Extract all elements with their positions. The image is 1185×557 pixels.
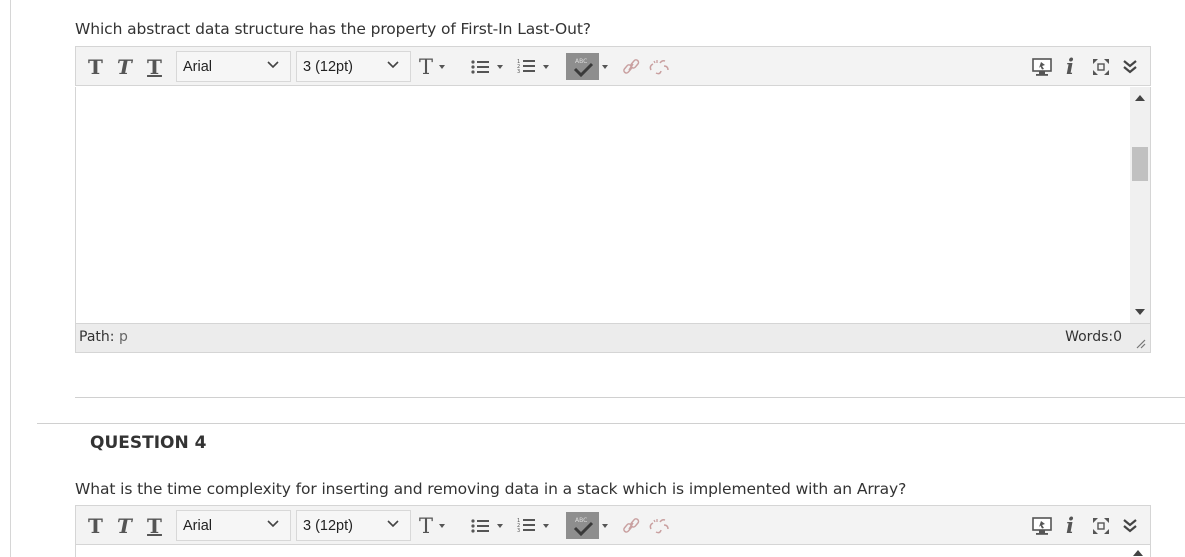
spellcheck-icon: ABC [573, 58, 593, 77]
unlink-button[interactable] [648, 511, 670, 540]
dropdown-arrow-icon[interactable] [602, 524, 608, 528]
font-size-value: 3 (12pt) [303, 517, 353, 534]
bullet-list-icon [471, 518, 489, 533]
double-chevron-down-icon [1123, 59, 1137, 73]
unlink-icon [649, 59, 669, 74]
page-left-border [10, 0, 11, 557]
font-family-value: Arial [183, 58, 213, 75]
font-size-select[interactable]: 3 (12pt) [296, 510, 411, 541]
unlink-button[interactable] [648, 52, 670, 81]
word-count: Words:0 [1065, 329, 1122, 345]
divider [75, 397, 1185, 398]
path-label: Path: [79, 329, 115, 345]
text-color-icon: T [419, 513, 434, 538]
bold-button[interactable]: T [82, 52, 109, 81]
question-4-heading: QUESTION 4 [90, 433, 207, 453]
dropdown-arrow-icon [497, 523, 503, 528]
spellcheck-badge: ABC [575, 517, 587, 524]
numbered-list-icon: 123 [517, 518, 535, 534]
spellcheck-icon: ABC [573, 517, 593, 536]
spellcheck-button[interactable]: ABC [566, 53, 599, 80]
info-button[interactable]: i [1066, 511, 1074, 540]
numbered-list-button[interactable]: 123 [517, 511, 549, 540]
bullet-list-button[interactable] [471, 52, 503, 81]
info-button[interactable]: i [1066, 52, 1074, 81]
italic-button[interactable]: T [111, 52, 138, 81]
preview-button[interactable] [1032, 511, 1052, 540]
bullet-list-icon [471, 59, 489, 74]
numbered-list-icon: 123 [517, 59, 535, 75]
dropdown-arrow-icon [439, 523, 446, 528]
path-element-link[interactable]: p [119, 329, 128, 345]
font-size-value: 3 (12pt) [303, 58, 353, 75]
underline-button[interactable]: T [141, 52, 168, 81]
scroll-down-arrow-icon[interactable] [1135, 309, 1145, 315]
editor-scrollbar[interactable] [1130, 87, 1150, 323]
editor-statusbar-q3: Path: p Words:0 [75, 323, 1151, 353]
numbered-list-button[interactable]: 123 [517, 52, 549, 81]
resize-handle-icon[interactable] [1134, 337, 1146, 349]
chevron-down-icon [387, 520, 399, 528]
insert-link-button[interactable] [621, 52, 641, 81]
chevron-down-icon [267, 520, 279, 528]
spellcheck-badge: ABC [575, 58, 587, 65]
link-icon [623, 517, 640, 533]
font-size-select[interactable]: 3 (12pt) [296, 51, 411, 82]
fullscreen-button[interactable] [1092, 511, 1110, 540]
info-icon: i [1066, 54, 1074, 79]
spellcheck-button[interactable]: ABC [566, 512, 599, 539]
answer-editor-q3[interactable] [75, 87, 1151, 323]
fullscreen-icon [1093, 58, 1109, 75]
double-chevron-down-icon [1123, 518, 1137, 532]
scrollbar-thumb[interactable] [1132, 147, 1148, 181]
insert-link-button[interactable] [621, 511, 641, 540]
text-color-button[interactable]: T [419, 511, 446, 540]
fullscreen-button[interactable] [1092, 52, 1110, 81]
collapse-toolbar-button[interactable] [1122, 511, 1138, 540]
info-icon: i [1066, 513, 1074, 538]
scroll-up-arrow-icon[interactable] [1133, 550, 1143, 556]
scroll-up-arrow-icon[interactable] [1135, 95, 1145, 101]
editor-toolbar-q3: T T T Arial 3 (12pt) T 123 ABC i [75, 46, 1151, 86]
text-color-icon: T [419, 54, 434, 79]
link-icon [623, 58, 640, 74]
chevron-down-icon [267, 61, 279, 69]
answer-editor-q4[interactable] [75, 545, 1151, 557]
question-4-text: What is the time complexity for insertin… [75, 480, 907, 498]
question-3-text: Which abstract data structure has the pr… [75, 20, 591, 38]
dropdown-arrow-icon [497, 64, 503, 69]
dropdown-arrow-icon [543, 64, 549, 69]
preview-button[interactable] [1032, 52, 1052, 81]
italic-button[interactable]: T [111, 511, 138, 540]
dropdown-arrow-icon [439, 64, 446, 69]
font-family-select[interactable]: Arial [176, 51, 291, 82]
bold-button[interactable]: T [82, 511, 109, 540]
dropdown-arrow-icon[interactable] [602, 65, 608, 69]
svg-text:3: 3 [517, 528, 520, 534]
fullscreen-icon [1093, 517, 1109, 534]
collapse-toolbar-button[interactable] [1122, 52, 1138, 81]
question-separator [37, 423, 1185, 424]
chevron-down-icon [387, 61, 399, 69]
underline-button[interactable]: T [141, 511, 168, 540]
font-family-value: Arial [183, 517, 213, 534]
preview-icon [1032, 57, 1052, 76]
bullet-list-button[interactable] [471, 511, 503, 540]
preview-icon [1032, 516, 1052, 535]
text-color-button[interactable]: T [419, 52, 446, 81]
font-family-select[interactable]: Arial [176, 510, 291, 541]
svg-text:3: 3 [517, 69, 520, 75]
editor-toolbar-q4: T T T Arial 3 (12pt) T 123 ABC i [75, 505, 1151, 545]
dropdown-arrow-icon [543, 523, 549, 528]
unlink-icon [649, 518, 669, 533]
